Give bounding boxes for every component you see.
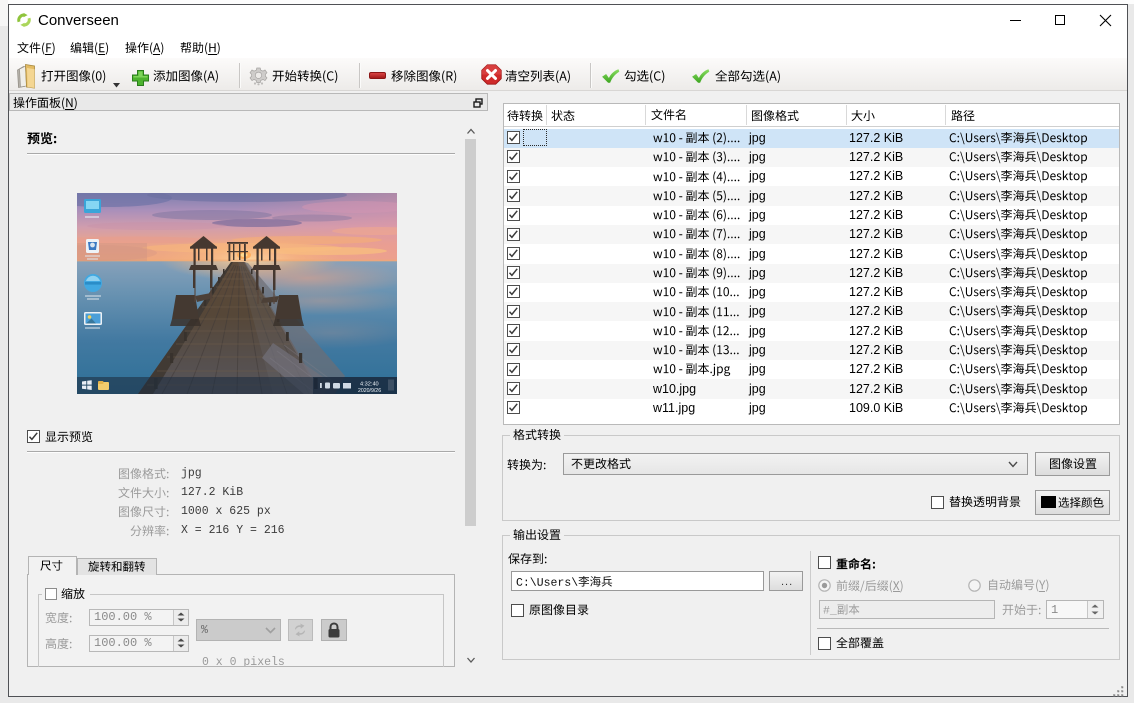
svg-text:4:32:40: 4:32:40	[360, 382, 379, 388]
svg-text:2020/9/26: 2020/9/26	[358, 388, 381, 394]
